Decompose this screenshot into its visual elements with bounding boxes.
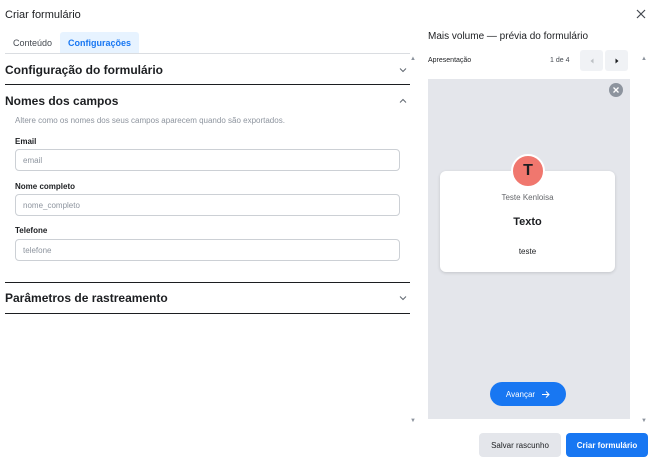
advance-button[interactable]: Avançar xyxy=(490,382,566,406)
card-profile-name: Teste Kenloisa xyxy=(501,193,554,202)
preview-toolbar: Apresentação 1 de 4 xyxy=(428,49,630,71)
caret-left-icon xyxy=(590,58,593,63)
field-names-help: Altere como os nomes dos seus campos apa… xyxy=(15,116,285,125)
tab-conteudo[interactable]: Conteúdo xyxy=(5,32,60,54)
chevron-down-icon xyxy=(398,293,408,303)
scroll-up-icon[interactable]: ▲ xyxy=(641,56,647,62)
full-name-field[interactable] xyxy=(15,194,400,216)
preview-pager: 1 de 4 xyxy=(550,56,570,64)
section-title: Configuração do formulário xyxy=(5,63,164,77)
full-name-label: Nome completo xyxy=(15,182,76,191)
chevron-up-icon xyxy=(398,96,408,106)
dialog-title: Criar formulário xyxy=(5,9,81,21)
chevron-down-icon xyxy=(398,65,408,75)
phone-field[interactable] xyxy=(15,239,400,261)
section-divider xyxy=(5,84,410,85)
tab-bar: Conteúdo Configurações xyxy=(5,32,140,54)
preview-close-icon[interactable] xyxy=(609,83,623,97)
next-page-button[interactable] xyxy=(605,50,628,71)
scroll-up-icon[interactable]: ▲ xyxy=(410,56,416,62)
section-title: Nomes dos campos xyxy=(5,94,119,108)
advance-label: Avançar xyxy=(505,389,536,399)
section-tracking[interactable]: Parâmetros de rastreamento xyxy=(5,283,410,313)
left-scrollbar[interactable]: ▲ ▼ xyxy=(409,54,417,424)
prev-page-button[interactable] xyxy=(580,50,603,71)
tab-configuracoes[interactable]: Configurações xyxy=(60,32,140,54)
section-form-config[interactable]: Configuração do formulário xyxy=(5,55,410,85)
scroll-down-icon[interactable]: ▼ xyxy=(410,418,416,424)
section-field-names[interactable]: Nomes dos campos xyxy=(5,86,410,116)
create-form-button[interactable]: Criar formulário xyxy=(566,433,648,457)
right-scrollbar[interactable]: ▲ ▼ xyxy=(640,54,648,424)
section-divider xyxy=(5,313,410,314)
email-label: Email xyxy=(15,137,37,146)
section-title: Parâmetros de rastreamento xyxy=(5,291,168,305)
card-title: Texto xyxy=(513,216,542,228)
phone-label: Telefone xyxy=(15,226,48,235)
card-body-text: teste xyxy=(518,247,537,256)
preview-title: Mais volume — prévia do formulário xyxy=(428,31,589,42)
preview-section-label: Apresentação xyxy=(428,56,472,64)
caret-right-icon xyxy=(615,58,618,63)
arrow-right-icon xyxy=(542,390,550,398)
avatar: T xyxy=(511,154,545,188)
tabs-divider xyxy=(5,53,410,54)
save-draft-button[interactable]: Salvar rascunho xyxy=(479,433,561,457)
scroll-down-icon[interactable]: ▼ xyxy=(641,418,647,424)
close-icon[interactable] xyxy=(634,7,648,21)
email-field[interactable] xyxy=(15,149,400,171)
